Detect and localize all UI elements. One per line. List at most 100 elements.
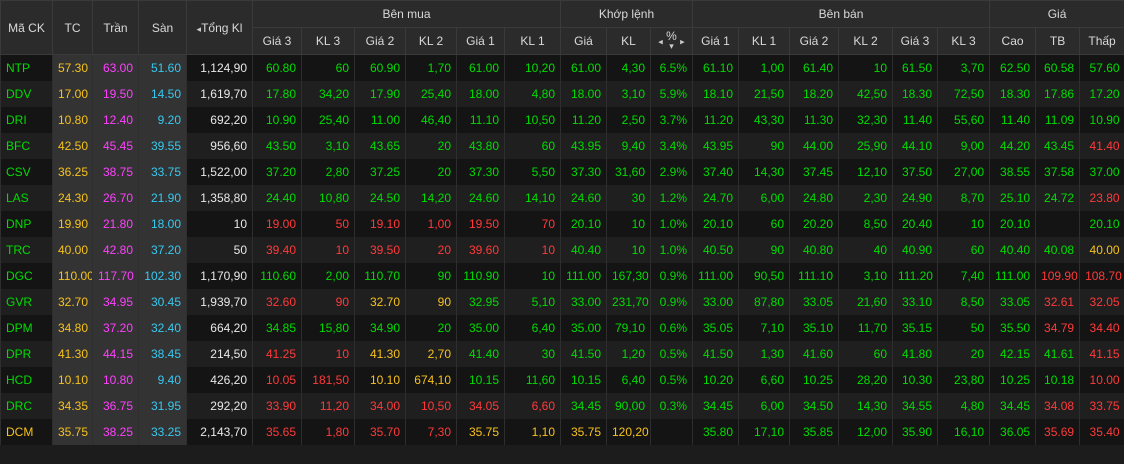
sell-vol-3-cell: 55,60 <box>936 107 990 133</box>
sell-price-1-cell: 35.80 <box>692 419 739 445</box>
col-header-match-pct[interactable]: ◂ % ▾ ▸ <box>650 27 693 55</box>
total-volume-label: Tổng Kl <box>201 20 243 35</box>
sell-vol-3-cell: 50 <box>936 315 990 341</box>
table-row[interactable]: DPM 34.80 37.20 32.40 664,20 34.85 15,80 34.90 2… <box>0 315 1124 341</box>
buy-price-3-cell: 60.80 <box>252 54 302 81</box>
match-pct-cell: 0.6% <box>650 315 693 341</box>
sell-vol-2-cell: 12,00 <box>838 419 893 445</box>
buy-price-2-cell: 10.10 <box>354 367 406 393</box>
table-row[interactable]: DRC 34.35 36.75 31.95 292,20 33.90 11,20 34.00 1… <box>0 393 1124 419</box>
col-header-floor[interactable]: Sàn <box>138 0 187 55</box>
col-header-high[interactable]: Cao <box>989 27 1037 55</box>
floor-price-cell: 31.95 <box>138 393 187 419</box>
symbol-cell: CSV <box>0 159 53 185</box>
table-row[interactable]: GVR 32.70 34.95 30.45 1,939,70 32.60 90 32.70 90… <box>0 289 1124 315</box>
table-row[interactable]: BFC 42.50 45.45 39.55 956,60 43.50 3,10 43.65 20… <box>0 133 1124 159</box>
sell-price-2-cell: 40.80 <box>789 237 839 263</box>
high-price-cell: 62.50 <box>989 54 1036 81</box>
match-price-cell: 40.40 <box>560 237 607 263</box>
table-row[interactable]: DCM 35.75 38.25 33.25 2,143,70 35.65 1,80 35.70… <box>0 419 1124 445</box>
sort-desc-icon[interactable]: ▾ <box>669 41 674 51</box>
avg-price-cell: 41.61 <box>1035 341 1080 367</box>
sell-vol-1-cell: 6,00 <box>738 185 790 211</box>
match-pct-cell: 0.5% <box>650 341 693 367</box>
buy-price-2-cell: 60.90 <box>354 54 406 81</box>
ceil-price-cell: 38.75 <box>92 159 139 185</box>
col-header-sell-price-3[interactable]: Giá 3 <box>892 27 938 55</box>
floor-price-cell: 14.50 <box>138 81 187 107</box>
buy-vol-1-cell: 30 <box>504 341 561 367</box>
caret-right-icon[interactable]: ▸ <box>680 36 685 46</box>
table-row[interactable]: LAS 24.30 26.70 21.90 1,358,80 24.40 10,80 24.5… <box>0 185 1124 211</box>
group-header-price: Giá <box>989 0 1124 28</box>
buy-price-3-cell: 33.90 <box>252 393 302 419</box>
floor-price-cell: 33.75 <box>138 159 187 185</box>
table-row[interactable]: DNP 19.90 21.80 18.00 10 19.00 50 19.10 1,00 19.5… <box>0 211 1124 237</box>
col-header-ref[interactable]: TC <box>52 0 93 55</box>
col-header-symbol[interactable]: Mã CK <box>0 0 53 55</box>
table-row[interactable]: NTP 57.30 63.00 51.60 1,124,90 60.80 60 60.90 1,… <box>0 54 1124 81</box>
match-price-cell: 43.95 <box>560 133 607 159</box>
col-header-avg[interactable]: TB <box>1035 27 1081 55</box>
col-header-match-vol[interactable]: KL <box>606 27 651 55</box>
sell-vol-2-cell: 60 <box>838 341 893 367</box>
buy-price-2-cell: 110.70 <box>354 263 406 289</box>
sell-price-3-cell: 10.30 <box>892 367 938 393</box>
sell-price-3-cell: 37.50 <box>892 159 938 185</box>
high-price-cell: 40.40 <box>989 237 1036 263</box>
table-row[interactable]: DRI 10.80 12.40 9.20 692,20 10.90 25,40 11.00 46… <box>0 107 1124 133</box>
sell-vol-3-cell: 27,00 <box>936 159 990 185</box>
ceil-price-cell: 44.15 <box>92 341 139 367</box>
match-vol-cell: 90,00 <box>606 393 651 419</box>
match-pct-cell: 3.7% <box>650 107 693 133</box>
table-row[interactable]: HCD 10.10 10.80 9.40 426,20 10.05 181,50 10.10 6… <box>0 367 1124 393</box>
col-header-total-volume[interactable]: ◂Tổng Kl <box>186 0 253 55</box>
total-volume-cell: 956,60 <box>186 133 253 159</box>
sell-price-3-cell: 18.30 <box>892 81 938 107</box>
match-vol-cell: 30 <box>606 185 651 211</box>
col-header-sell-vol-3[interactable]: KL 3 <box>936 27 991 55</box>
col-header-sell-price-2[interactable]: Giá 2 <box>789 27 839 55</box>
buy-price-3-cell: 39.40 <box>252 237 302 263</box>
sell-price-1-cell: 41.50 <box>692 341 739 367</box>
col-header-buy-vol-2[interactable]: KL 2 <box>405 27 457 55</box>
col-header-ceil[interactable]: Trần <box>92 0 139 55</box>
col-header-buy-vol-3[interactable]: KL 3 <box>301 27 355 55</box>
table-row[interactable]: DPR 41.30 44.15 38.45 214,50 41.25 10 41.30 2,70… <box>0 341 1124 367</box>
caret-left-icon[interactable]: ◂ <box>658 36 663 46</box>
ceil-price-cell: 38.25 <box>92 419 139 445</box>
low-price-cell: 37.00 <box>1079 159 1124 185</box>
price-board-body: NTP 57.30 63.00 51.60 1,124,90 60.80 60 60.90 1,… <box>0 54 1124 445</box>
table-row[interactable]: DGC 110.00 117.70 102.30 1,170,90 110.60 2,00 1… <box>0 263 1124 289</box>
buy-price-2-cell: 24.50 <box>354 185 406 211</box>
sell-price-1-cell: 11.20 <box>692 107 739 133</box>
buy-vol-2-cell: 1,70 <box>405 54 457 81</box>
low-price-cell: 41.15 <box>1079 341 1124 367</box>
total-volume-cell: 2,143,70 <box>186 419 253 445</box>
buy-vol-1-cell: 6,40 <box>504 315 561 341</box>
symbol-cell: DPR <box>0 341 53 367</box>
col-header-buy-price-3[interactable]: Giá 3 <box>252 27 302 55</box>
col-header-sell-vol-1[interactable]: KL 1 <box>738 27 790 55</box>
col-header-buy-price-2[interactable]: Giá 2 <box>354 27 406 55</box>
buy-vol-2-cell: 46,40 <box>405 107 457 133</box>
col-header-buy-vol-1[interactable]: KL 1 <box>504 27 561 55</box>
col-header-match-price[interactable]: Giá <box>560 27 607 55</box>
ceil-price-cell: 42.80 <box>92 237 139 263</box>
buy-price-2-cell: 34.00 <box>354 393 406 419</box>
sell-vol-1-cell: 90,50 <box>738 263 790 289</box>
col-header-buy-price-1[interactable]: Giá 1 <box>456 27 505 55</box>
match-pct-cell: 3.4% <box>650 133 693 159</box>
buy-price-1-cell: 43.80 <box>456 133 505 159</box>
table-row[interactable]: DDV 17.00 19.50 14.50 1,619,70 17.80 34,20 17.9… <box>0 81 1124 107</box>
col-header-low[interactable]: Thấp <box>1079 27 1124 55</box>
table-row[interactable]: TRC 40.00 42.80 37.20 50 39.40 10 39.50 20 39.60 1… <box>0 237 1124 263</box>
buy-price-1-cell: 37.30 <box>456 159 505 185</box>
col-header-sell-vol-2[interactable]: KL 2 <box>838 27 893 55</box>
sell-price-1-cell: 43.95 <box>692 133 739 159</box>
sell-vol-3-cell: 8,70 <box>936 185 990 211</box>
table-row[interactable]: CSV 36.25 38.75 33.75 1,522,00 37.20 2,80 37.25… <box>0 159 1124 185</box>
buy-price-1-cell: 35.75 <box>456 419 505 445</box>
col-header-sell-price-1[interactable]: Giá 1 <box>692 27 739 55</box>
avg-price-cell: 32.61 <box>1035 289 1080 315</box>
